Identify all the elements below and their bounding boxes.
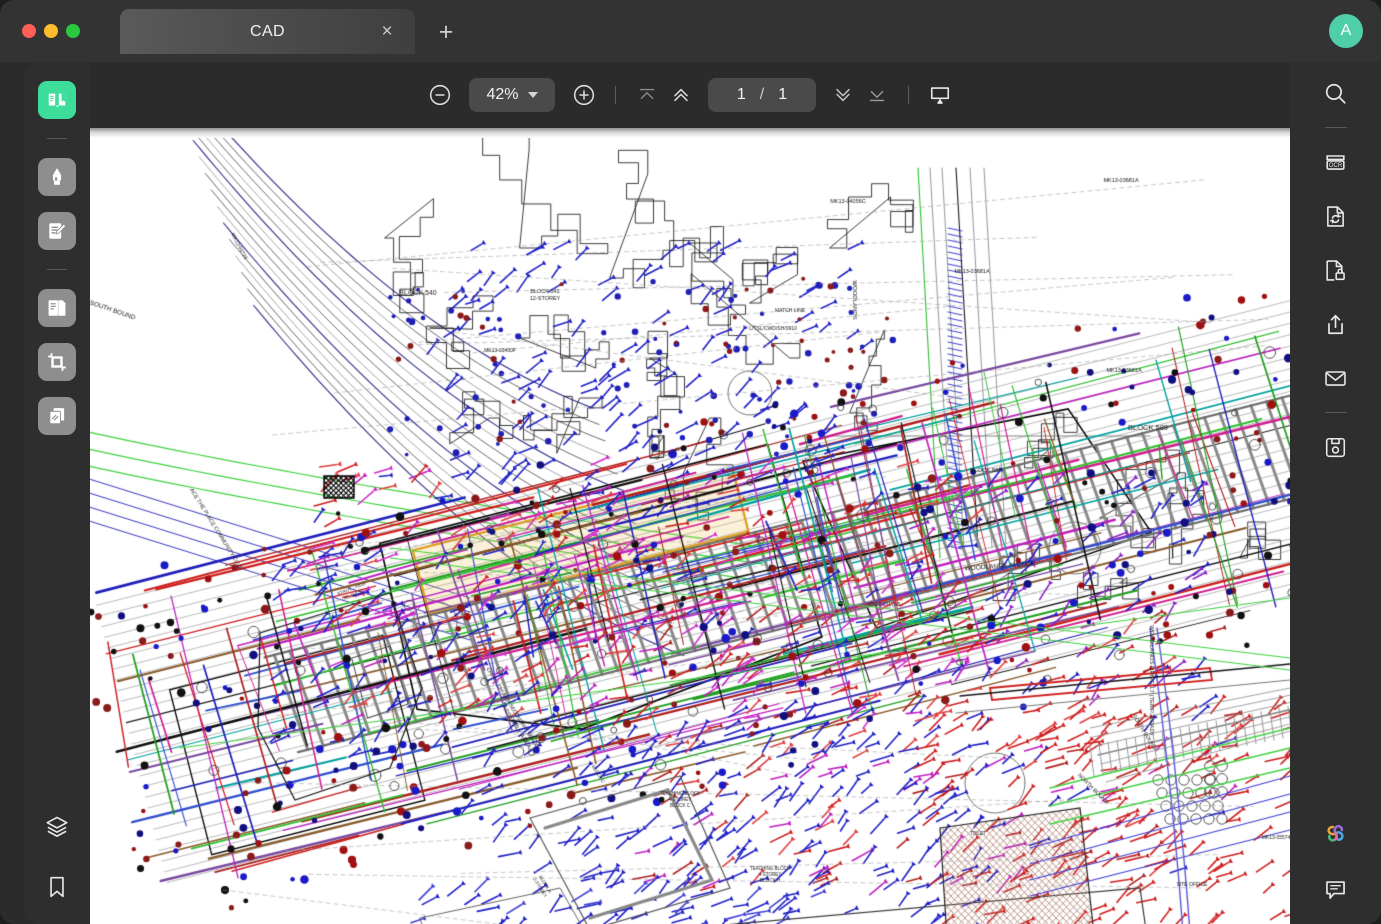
tab-title: CAD [250,23,285,41]
previous-page-button[interactable] [664,78,698,112]
sidebar-item-search[interactable] [1319,76,1353,110]
zoom-out-button[interactable] [423,78,457,112]
sidebar-item-protect[interactable] [1319,253,1353,287]
center-column: 42% [90,62,1290,924]
sidebar-divider-1 [47,138,67,139]
highlighter-icon [46,166,68,188]
chevron-down-bar-icon [865,83,889,107]
sidebar-item-annotate[interactable] [38,212,76,250]
comment-icon [1322,876,1349,903]
presentation-icon [927,82,953,108]
bookmark-icon [44,874,70,900]
right-divider-2 [1325,412,1347,413]
crop-icon [46,351,68,373]
toolbar-separator-1 [615,86,616,104]
last-page-button[interactable] [860,78,894,112]
layers-page-icon [46,405,68,427]
svg-text:OCR: OCR [1329,163,1343,169]
maximize-window-button[interactable] [66,24,80,38]
presentation-mode-button[interactable] [923,78,957,112]
minus-circle-icon [427,82,453,108]
document-toolbar: 42% [90,62,1290,128]
ocr-icon: OCR [1322,149,1349,176]
right-sidebar: OCR [1290,62,1381,924]
close-icon[interactable]: × [377,22,397,42]
sidebar-item-crop[interactable] [38,343,76,381]
page-copy-icon [46,297,68,319]
share-icon [1322,311,1349,338]
page-separator: / [760,86,764,104]
sidebar-item-ai-assistant[interactable] [1319,816,1353,850]
zoom-in-button[interactable] [567,78,601,112]
chevron-double-down-icon [831,83,855,107]
status-dot [41,98,48,105]
layers-icon [44,814,70,840]
sidebar-item-share[interactable] [1319,307,1353,341]
body-area: 42% [0,62,1381,924]
ai-clover-icon [1321,819,1350,848]
search-icon [1322,80,1349,107]
plus-circle-icon [571,82,597,108]
sidebar-item-highlighter[interactable] [38,158,76,196]
next-page-button[interactable] [826,78,860,112]
save-icon [1322,434,1349,461]
annotate-icon [46,220,68,242]
current-page-value: 1 [737,86,746,104]
sidebar-item-layers[interactable] [38,808,76,846]
chevron-up-bar-icon [635,83,659,107]
sidebar-item-comments[interactable] [1319,872,1353,906]
sidebar-item-duplicate[interactable] [38,397,76,435]
left-sidebar [24,62,90,924]
document-viewport[interactable] [90,128,1290,924]
sidebar-divider-2 [47,269,67,270]
sidebar-item-bookmarks[interactable] [38,868,76,906]
chevron-down-icon [528,92,538,98]
avatar[interactable]: A [1329,14,1363,48]
tab-strip: CAD × + [120,9,459,54]
minimize-window-button[interactable] [44,24,58,38]
first-page-button[interactable] [630,78,664,112]
sidebar-item-convert[interactable] [1319,199,1353,233]
right-divider-1 [1325,127,1347,128]
convert-icon [1322,203,1349,230]
cad-drawing-page[interactable] [90,128,1290,924]
mail-icon [1322,365,1349,392]
tab-cad[interactable]: CAD × [120,9,415,54]
close-window-button[interactable] [22,24,36,38]
book-reader-icon [46,89,68,111]
total-pages-value: 1 [778,86,787,104]
app-window: CAD × + A [0,0,1381,924]
zoom-level-select[interactable]: 42% [469,78,555,112]
lock-document-icon [1322,257,1349,284]
title-bar: CAD × + A [0,0,1381,62]
sidebar-item-email[interactable] [1319,361,1353,395]
zoom-level-value: 42% [486,86,518,104]
toolbar-separator-2 [908,86,909,104]
page-indicator[interactable]: 1 / 1 [708,78,816,112]
window-controls [22,24,80,38]
sidebar-item-organize-pages[interactable] [38,289,76,327]
chevron-double-up-icon [669,83,693,107]
sidebar-item-save[interactable] [1319,430,1353,464]
sidebar-item-ocr[interactable]: OCR [1319,145,1353,179]
plus-icon[interactable]: + [433,19,459,45]
